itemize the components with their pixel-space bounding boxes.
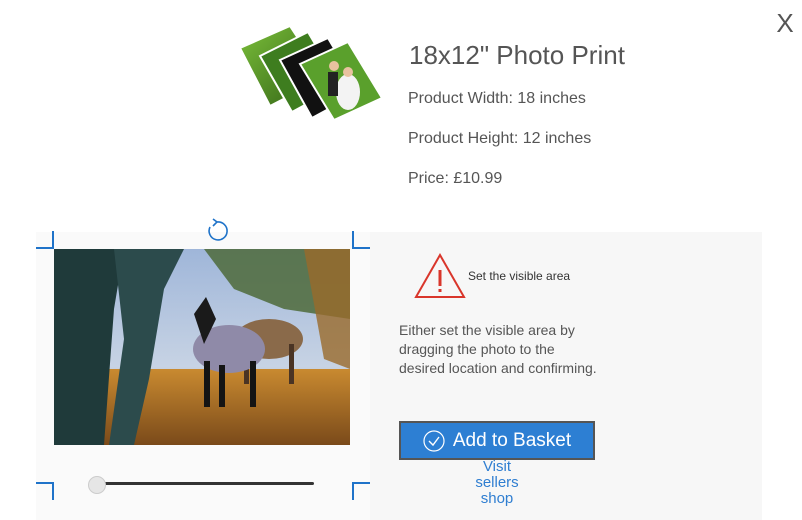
close-button[interactable]: X xyxy=(773,6,797,40)
product-width: Product Width: 18 inches xyxy=(408,90,586,107)
product-height: Product Height: 12 inches xyxy=(408,130,592,147)
crop-corner-top-left xyxy=(36,231,54,249)
check-circle-icon xyxy=(423,429,445,452)
warning-message: Set the visible area xyxy=(468,269,571,283)
warning-icon xyxy=(414,252,466,298)
rotate-icon[interactable] xyxy=(204,218,230,244)
product-hero-image xyxy=(238,24,384,122)
zoom-slider-handle[interactable] xyxy=(88,476,106,494)
add-to-basket-button[interactable]: Add to Basket xyxy=(399,421,595,460)
zoom-slider-track[interactable] xyxy=(95,482,314,485)
visit-sellers-shop-link[interactable]: Visit sellers shop xyxy=(460,459,534,507)
product-price: Price: £10.99 xyxy=(408,170,503,187)
editable-photo[interactable] xyxy=(54,249,350,445)
add-to-basket-label: Add to Basket xyxy=(452,429,572,451)
crop-corner-top-right xyxy=(352,231,370,249)
crop-corner-bottom-right xyxy=(352,482,370,500)
instructions-text: Either set the visible area by dragging … xyxy=(399,322,597,376)
crop-corner-bottom-left xyxy=(36,482,54,500)
product-title: 18x12" Photo Print xyxy=(409,40,625,70)
